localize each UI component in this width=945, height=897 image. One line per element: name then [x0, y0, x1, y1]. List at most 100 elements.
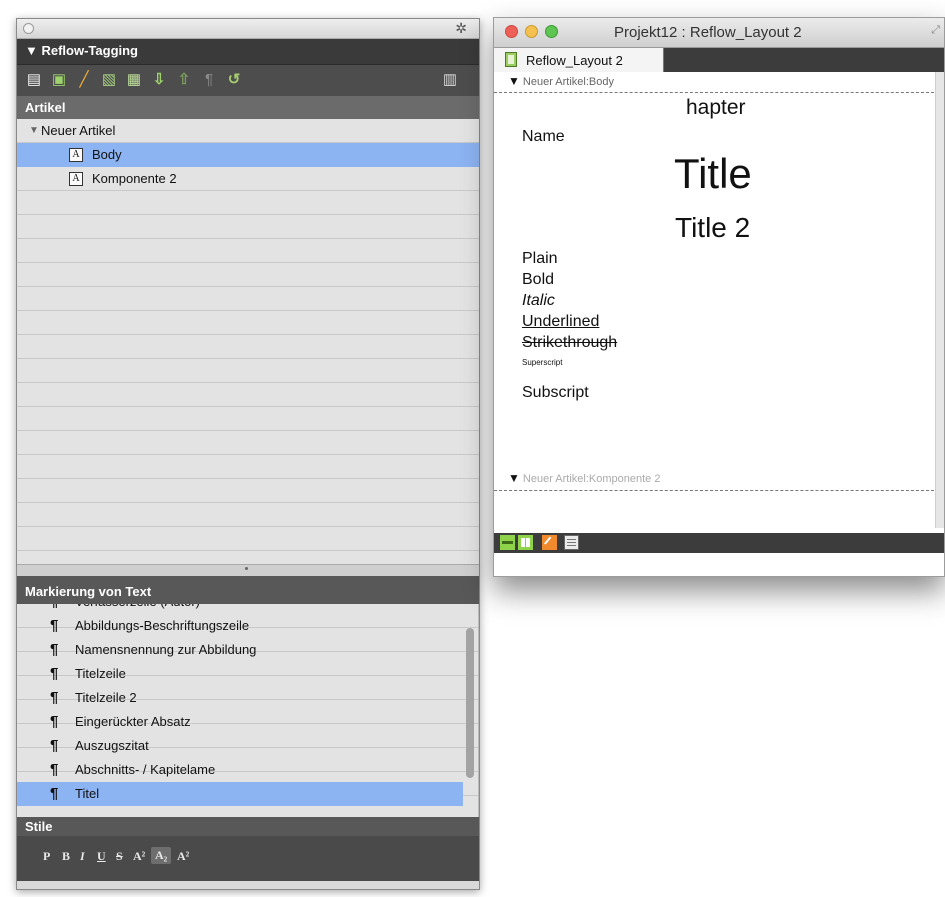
tree-item-label: Body [92, 147, 122, 162]
paragraph-icon: ¶ [50, 689, 59, 706]
title2-text: Title 2 [675, 212, 751, 243]
superscript-style-button[interactable]: A² [133, 849, 145, 864]
italic-text: Italic [522, 292, 555, 309]
italic-style-button[interactable]: I [80, 849, 85, 864]
tab-label: Reflow_Layout 2 [526, 53, 623, 68]
paragraph-icon: ¶ [50, 641, 59, 658]
list-item[interactable]: ¶ Abschnitts- / Kapitelame [17, 758, 463, 782]
list-item-label: Verfasserzeile (Autor) [75, 604, 200, 613]
new-article-icon[interactable]: ▤ [25, 71, 43, 89]
panel-titlebar: ✲ [17, 19, 479, 39]
strikethrough-style-button[interactable]: S [116, 849, 123, 864]
list-item-label: Titelzeile [75, 666, 126, 681]
panel-splitter[interactable] [17, 564, 479, 576]
subscript-style-button[interactable]: A₂ [151, 847, 172, 864]
document-window: Projekt12 : Reflow_Layout 2 ⤢ Reflow_Lay… [493, 17, 945, 577]
bold-style-button[interactable]: B [62, 849, 70, 864]
story-header-body[interactable]: ▼ Neuer Artikel:Body [508, 74, 614, 88]
list-item-label: Titel [75, 786, 100, 801]
add-component-icon[interactable]: ▣ [50, 71, 68, 89]
window-title: Projekt12 : Reflow_Layout 2 [614, 24, 802, 41]
view-mode-bar [494, 533, 944, 553]
tree-item-body[interactable]: A Body [17, 143, 479, 167]
list-item-label: Eingerückter Absatz [75, 714, 191, 729]
bold-text: Bold [522, 271, 555, 288]
tree-item-label: Komponente 2 [92, 171, 177, 186]
story-divider [494, 92, 934, 93]
pencil-icon[interactable]: ╱ [75, 71, 93, 89]
paragraph-style-list: ¶ Verfasserzeile (Autor) ¶ Abbildungs-Be… [17, 604, 479, 817]
edit-view-icon[interactable] [542, 535, 557, 550]
strikethrough-text: Strikethrough [522, 334, 618, 351]
disclosure-triangle-icon[interactable]: ▼ [29, 119, 39, 142]
tree-item-label: Neuer Artikel [41, 123, 116, 138]
close-button[interactable] [505, 25, 518, 38]
paragraph-icon: ¶ [50, 761, 59, 778]
panel-close-button[interactable] [23, 23, 34, 34]
tab-strip: Reflow_Layout 2 [494, 48, 944, 72]
disclosure-triangle-icon[interactable]: ▼ [508, 471, 520, 485]
minimize-button[interactable] [525, 25, 538, 38]
list-item[interactable]: ¶ Namensnennung zur Abbildung [17, 638, 463, 662]
fullscreen-icon[interactable]: ⤢ [931, 24, 940, 37]
plain-text: Plain [522, 250, 558, 267]
list-item[interactable]: ¶ Titelzeile [17, 662, 463, 686]
disclosure-triangle-icon[interactable]: ▼ [508, 74, 520, 88]
window-titlebar[interactable]: Projekt12 : Reflow_Layout 2 ⤢ [494, 18, 944, 48]
merge-icon[interactable]: ▦ [125, 71, 143, 89]
stile-header: Stile [17, 817, 479, 836]
artikel-header: Artikel [17, 96, 479, 119]
paragraph-icon: ¶ [50, 617, 59, 634]
document-body[interactable]: ▼ Neuer Artikel:Body hapter Name Title Ti… [494, 72, 944, 553]
story-divider [494, 490, 934, 491]
tree-item-komponente-2[interactable]: A Komponente 2 [17, 167, 479, 191]
list-scrollbar[interactable] [466, 628, 474, 778]
list-item[interactable]: ¶ Eingerückter Absatz [17, 710, 463, 734]
trash-icon[interactable]: ▥ [441, 71, 459, 89]
markup-header: Markierung von Text [17, 576, 479, 604]
superscript-text: Superscript [522, 358, 563, 367]
paragraph-icon: ¶ [50, 713, 59, 730]
story-header-komponente-2[interactable]: ▼ Neuer Artikel:Komponente 2 [508, 471, 660, 485]
list-item[interactable]: ¶ Verfasserzeile (Autor) [17, 604, 465, 614]
paragraph-icon: ¶ [50, 737, 59, 754]
gear-icon[interactable]: ✲ [455, 20, 467, 37]
list-item[interactable]: ¶ Titelzeile 2 [17, 686, 463, 710]
list-item[interactable]: ¶ Auszugszitat [17, 734, 463, 758]
list-item-label: Titelzeile 2 [75, 690, 137, 705]
list-item-label: Abbildungs-Beschriftungszeile [75, 618, 250, 633]
text-frame-icon: A [69, 172, 83, 186]
list-item-label: Namensnennung zur Abbildung [75, 642, 257, 657]
tag-icon[interactable]: ▧ [100, 71, 118, 89]
panel-title[interactable]: ▼ Reflow-Tagging [17, 39, 479, 64]
reflow-tagging-panel: ✲ ▼ Reflow-Tagging ▤ ▣ ╱ ▧ ▦ ⇩ ⇧ ¶ ↺ ▥ A… [16, 18, 480, 890]
reflow-toolbar: ▤ ▣ ╱ ▧ ▦ ⇩ ⇧ ¶ ↺ ▥ [17, 64, 479, 96]
vertical-scrollbar[interactable] [935, 72, 944, 528]
move-up-icon[interactable]: ⇧ [175, 71, 193, 89]
move-down-icon[interactable]: ⇩ [150, 71, 168, 89]
list-view-icon[interactable] [564, 535, 579, 550]
zoom-button[interactable] [545, 25, 558, 38]
story-view-icon[interactable] [500, 535, 515, 550]
paragraph-icon[interactable]: ¶ [200, 71, 218, 89]
list-item-titel[interactable]: ¶ Titel [17, 782, 463, 806]
superscript-alt-style-button[interactable]: A² [177, 849, 189, 864]
tree-item-neuer-artikel[interactable]: ▼ Neuer Artikel [17, 119, 479, 143]
article-tree: ▼ Neuer Artikel A Body A Komponente 2 [17, 119, 479, 564]
plain-style-button[interactable]: P [43, 849, 50, 864]
underline-style-button[interactable]: U [97, 849, 106, 864]
paragraph-icon: ¶ [50, 604, 58, 613]
story-label: Neuer Artikel:Body [522, 76, 614, 88]
name-text: Name [522, 128, 565, 145]
refresh-icon[interactable]: ↺ [225, 71, 243, 89]
story-label: Neuer Artikel:Komponente 2 [522, 473, 661, 485]
subscript-text: Subscript [522, 384, 589, 401]
title-text: Title [674, 150, 752, 197]
splitter-handle-icon[interactable] [245, 567, 248, 570]
column-view-icon[interactable] [518, 535, 533, 550]
chapter-text: hapter [686, 96, 746, 119]
list-item[interactable]: ¶ Abbildungs-Beschriftungszeile [17, 614, 463, 638]
paragraph-icon: ¶ [50, 665, 59, 682]
tab-reflow-layout-2[interactable]: Reflow_Layout 2 [494, 48, 664, 72]
style-toolbar: P B I U S A² A₂ A² [17, 836, 479, 881]
